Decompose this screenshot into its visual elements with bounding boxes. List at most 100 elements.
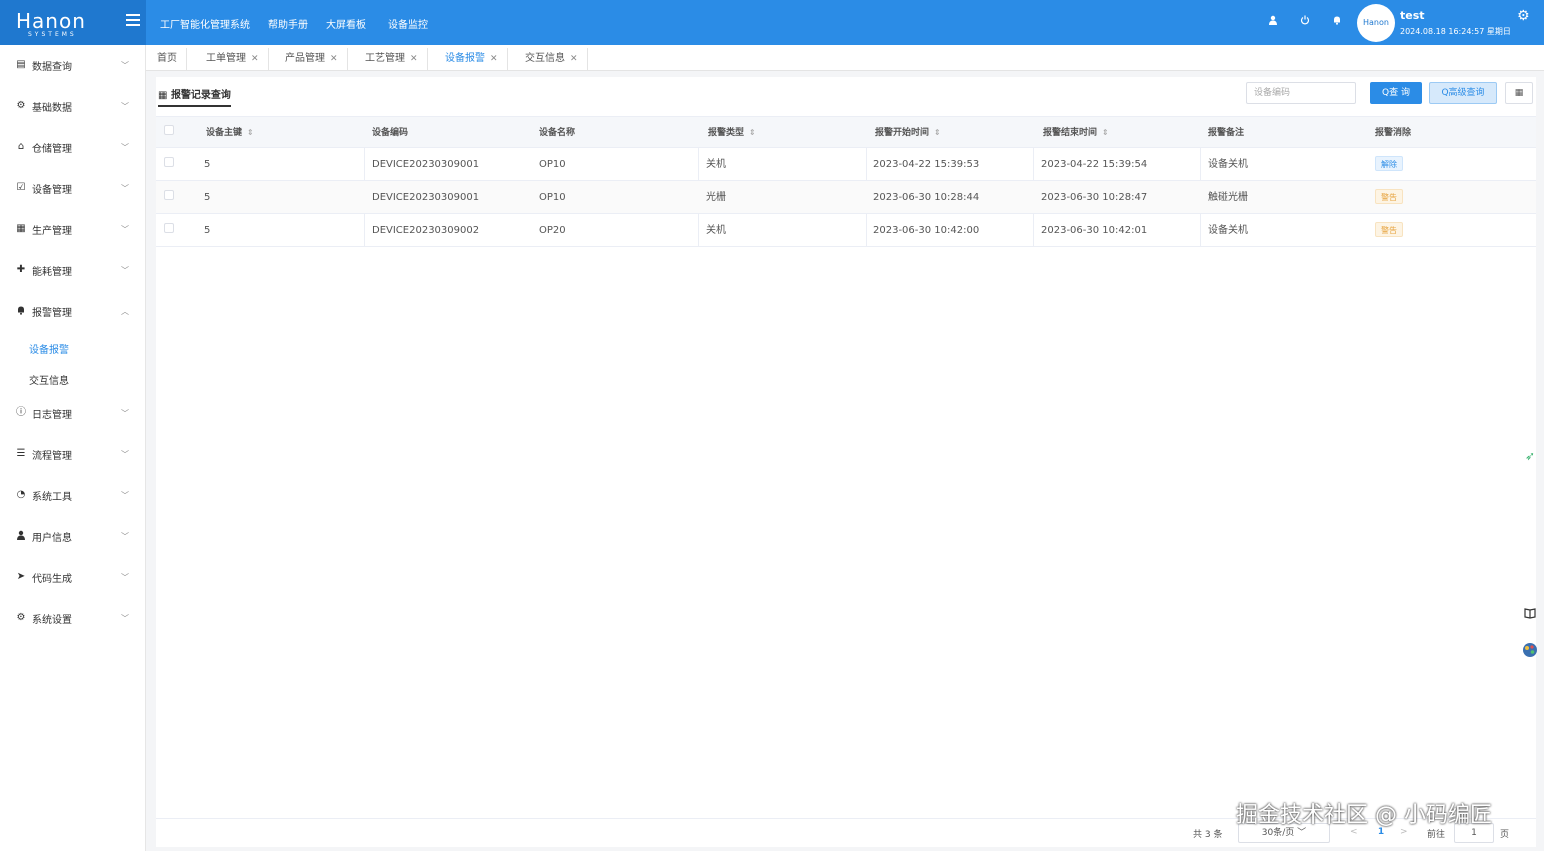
sidebar-item-alarm[interactable]: 报警管理 ︿ [0, 291, 146, 331]
sidebar-item-label: 生产管理 [32, 225, 72, 237]
tab-label: 交互信息 [525, 53, 565, 64]
menu-toggle-icon[interactable] [126, 14, 140, 28]
page-suffix: 页 [1500, 830, 1510, 840]
column-header-label: 设备主键 [206, 128, 243, 138]
column-settings-button[interactable]: ▦ [1505, 82, 1533, 104]
tab-device-alarm[interactable]: 设备报警 ✕ [436, 48, 508, 71]
sidebar-item-label: 能耗管理 [32, 266, 72, 278]
cell-code: DEVICE20230309002 [372, 225, 480, 236]
chevron-down-icon: ﹀ [121, 572, 129, 582]
row-checkbox[interactable] [164, 223, 174, 233]
close-icon[interactable]: ✕ [570, 54, 578, 64]
tab-craft[interactable]: 工艺管理 ✕ [356, 48, 428, 71]
sidebar-subitem-interaction[interactable]: 交互信息 [29, 372, 69, 387]
topnav-item-monitor[interactable]: 设备监控 [388, 16, 428, 31]
bell-icon [15, 305, 27, 317]
document-icon: ▤ [16, 59, 26, 70]
tab-interaction[interactable]: 交互信息 ✕ [516, 48, 588, 71]
table-row[interactable]: 5 DEVICE20230309002 OP20 关机 2023-06-30 1… [156, 214, 1536, 247]
row-checkbox[interactable] [164, 190, 174, 200]
sidebar-item-codegen[interactable]: ➤ 代码生成 ﹀ [0, 557, 146, 597]
column-header[interactable]: 设备主键 ⇕ [206, 117, 254, 149]
sidebar-item-device[interactable]: ☑ 设备管理 ﹀ [0, 168, 146, 208]
close-icon[interactable]: ✕ [410, 54, 418, 64]
sidebar-subitem-device-alarm[interactable]: 设备报警 [29, 341, 69, 356]
cell-type: 关机 [706, 159, 726, 170]
column-header[interactable]: 报警结束时间 ⇕ [1043, 117, 1109, 149]
topnav-item-system[interactable]: 工厂智能化管理系统 [160, 16, 250, 31]
settings-gear-icon[interactable]: ⚙ [1517, 8, 1530, 24]
gear-icon: ⚙ [16, 100, 26, 111]
tab-label: 首页 [157, 53, 177, 64]
select-all-checkbox[interactable] [164, 125, 174, 135]
cell-status: 警告 [1375, 214, 1403, 247]
table-row[interactable]: 5 DEVICE20230309001 OP10 光栅 2023-06-30 1… [156, 181, 1536, 214]
topnav-item-dashboard[interactable]: 大屏看板 [326, 16, 366, 31]
sidebar-item-system-settings[interactable]: ⚙ 系统设置 ﹀ [0, 598, 146, 638]
user-name: test [1400, 9, 1425, 22]
user-icon[interactable] [1266, 15, 1280, 29]
tab-bar: 首页 工单管理 ✕ 产品管理 ✕ 工艺管理 ✕ 设备报警 ✕ 交互信息 ✕ [146, 45, 1544, 71]
close-icon[interactable]: ✕ [490, 54, 498, 64]
sidebar-item-log[interactable]: ⓘ 日志管理 ﹀ [0, 393, 146, 433]
sidebar-item-label: 设备管理 [32, 184, 72, 196]
bell-icon[interactable] [1330, 15, 1344, 29]
tab-label: 设备报警 [445, 53, 485, 64]
cell-remark: 触碰光栅 [1208, 192, 1248, 203]
sidebar-item-process[interactable]: ☰ 流程管理 ﹀ [0, 434, 146, 474]
tab-label: 工艺管理 [365, 53, 405, 64]
avatar[interactable]: Hanon [1357, 4, 1395, 42]
column-header-label: 报警结束时间 [1043, 128, 1098, 138]
cell-code: DEVICE20230309001 [372, 192, 480, 203]
top-nav: 工厂智能化管理系统 帮助手册 大屏看板 设备监控 [160, 16, 428, 31]
sidebar-item-label: 基础数据 [32, 102, 72, 114]
sort-icon[interactable]: ⇕ [247, 128, 254, 137]
alarm-table: 设备主键 ⇕ 设备编码 设备名称 报警类型 ⇕ 报警开始时间 ⇕ 报警结束时间 ⇕ 报警… [156, 116, 1536, 247]
chevron-down-icon: ﹀ [121, 142, 129, 152]
tab-label: 产品管理 [285, 53, 325, 64]
cell-name: OP10 [539, 192, 566, 203]
cell-id: 5 [204, 192, 211, 203]
close-icon[interactable]: ✕ [251, 54, 259, 64]
main-content: ▦ 报警记录查询 设备编码 Q查 询 Q高级查询 ▦ 设备主键 ⇕ 设备编码 设备… [146, 71, 1544, 851]
cell-id: 5 [204, 159, 211, 170]
column-header[interactable]: 报警开始时间 ⇕ [875, 117, 941, 149]
sort-icon[interactable]: ⇕ [934, 128, 941, 137]
tab-product[interactable]: 产品管理 ✕ [276, 48, 348, 71]
sidebar-item-basic-data[interactable]: ⚙ 基础数据 ﹀ [0, 86, 146, 126]
advanced-query-button[interactable]: Q高级查询 [1429, 82, 1497, 104]
book-icon[interactable] [1520, 605, 1540, 625]
tab-home[interactable]: 首页 [148, 48, 187, 71]
grid-icon: ▦ [16, 223, 26, 234]
tab-work-order[interactable]: 工单管理 ✕ [197, 48, 269, 71]
leaf-icon[interactable]: ➶ [1520, 446, 1540, 466]
chevron-down-icon: ﹀ [121, 490, 129, 500]
palette-icon[interactable] [1520, 642, 1540, 662]
cell-end: 2023-04-22 15:39:54 [1041, 159, 1148, 170]
topnav-item-help[interactable]: 帮助手册 [268, 16, 308, 31]
column-header[interactable]: 报警类型 ⇕ [708, 117, 756, 149]
chevron-down-icon: ﹀ [121, 60, 129, 70]
sidebar-item-warehouse[interactable]: ⌂ 仓储管理 ﹀ [0, 127, 146, 167]
chevron-down-icon: ﹀ [121, 531, 129, 541]
query-button[interactable]: Q查 询 [1370, 82, 1422, 104]
sidebar: ▤ 数据查询 ﹀ ⚙ 基础数据 ﹀ ⌂ 仓储管理 ﹀ ☑ 设备管理 ﹀ ▦ 生产… [0, 45, 146, 851]
sort-icon[interactable]: ⇕ [1102, 128, 1109, 137]
table-row[interactable]: 5 DEVICE20230309001 OP10 关机 2023-04-22 1… [156, 148, 1536, 181]
sidebar-item-label: 系统设置 [32, 614, 72, 626]
close-icon[interactable]: ✕ [330, 54, 338, 64]
power-icon[interactable] [1298, 15, 1312, 29]
sort-icon[interactable]: ⇕ [749, 128, 756, 137]
sidebar-item-production[interactable]: ▦ 生产管理 ﹀ [0, 209, 146, 249]
sidebar-item-tools[interactable]: ◔ 系统工具 ﹀ [0, 475, 146, 515]
row-checkbox[interactable] [164, 157, 174, 167]
sidebar-item-energy[interactable]: ✚ 能耗管理 ﹀ [0, 250, 146, 290]
sidebar-item-label: 报警管理 [32, 307, 72, 319]
status-badge: 解除 [1375, 156, 1403, 171]
device-code-input[interactable]: 设备编码 [1246, 82, 1356, 104]
sidebar-item-data-query[interactable]: ▤ 数据查询 ﹀ [0, 45, 146, 85]
panel-title-text: 报警记录查询 [170, 90, 231, 101]
cell-name: OP20 [539, 225, 566, 236]
chevron-down-icon: ﹀ [121, 183, 129, 193]
sidebar-item-user-info[interactable]: 用户信息 ﹀ [0, 516, 146, 556]
